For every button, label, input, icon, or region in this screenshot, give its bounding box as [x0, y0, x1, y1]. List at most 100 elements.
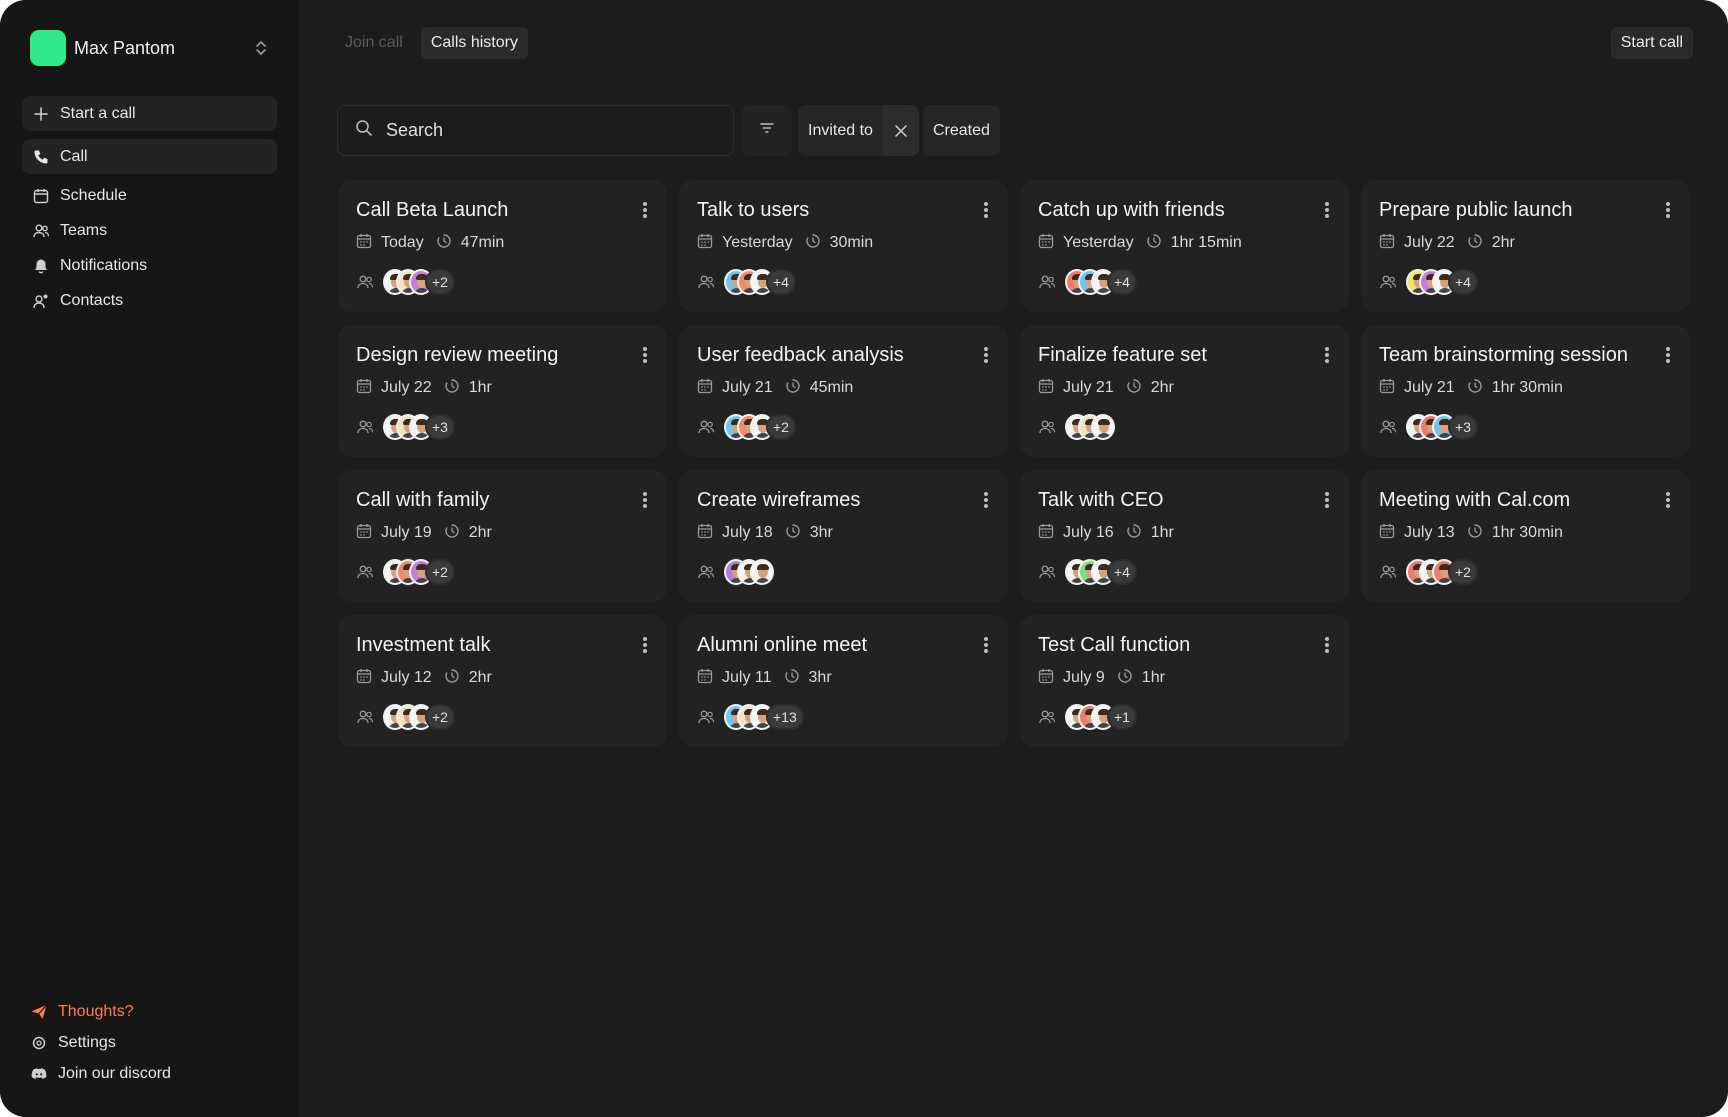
timer-icon [436, 233, 461, 254]
users-icon [32, 222, 50, 240]
call-card[interactable]: Finalize feature set July 21 2hr [1020, 325, 1349, 457]
chip-created[interactable]: Created [922, 105, 1000, 156]
call-title: Alumni online meet [697, 634, 868, 656]
avatar-stack: +2 [383, 269, 455, 295]
start-call-button[interactable]: Start call [1610, 27, 1693, 59]
tab-calls-history[interactable]: Calls history [420, 27, 528, 59]
feedback-link[interactable]: Thoughts? [22, 996, 277, 1027]
more-options-icon[interactable] [1319, 200, 1335, 220]
call-date: Yesterday [1063, 234, 1134, 251]
call-card[interactable]: Alumni online meet July 11 3hr +13 [679, 615, 1008, 747]
more-options-icon[interactable] [978, 345, 994, 365]
call-card[interactable]: User feedback analysis July 21 45min +2 [679, 325, 1008, 457]
avatar-stack: +13 [724, 704, 804, 730]
call-card[interactable]: Call with family July 19 2hr +2 [338, 470, 667, 602]
sidebar-item-label: Schedule [60, 186, 127, 204]
call-meta: July 9 1hr [1038, 668, 1331, 688]
chevron-up-down-icon [255, 40, 267, 56]
calendar-icon [356, 378, 381, 399]
call-meta: Yesterday 30min [697, 233, 990, 253]
sidebar-item-contacts[interactable]: Contacts [22, 287, 277, 314]
more-options-icon[interactable] [978, 200, 994, 220]
sidebar-item-schedule[interactable]: Schedule [22, 182, 277, 209]
settings-link[interactable]: Settings [22, 1027, 277, 1058]
sidebar-item-call[interactable]: Call [22, 139, 277, 174]
participants: +13 [697, 704, 990, 730]
account-switcher[interactable]: Max Pantom [30, 30, 277, 66]
account-avatar [30, 30, 66, 66]
close-icon[interactable] [882, 105, 919, 156]
call-date: July 21 [1404, 379, 1455, 396]
chip-label: Invited to [808, 121, 873, 139]
call-card[interactable]: Create wireframes July 18 3hr [679, 470, 1008, 602]
call-card[interactable]: Talk to users Yesterday 30min +4 [679, 180, 1008, 312]
participants: +2 [356, 559, 649, 585]
search-input[interactable] [386, 120, 686, 141]
more-options-icon[interactable] [637, 490, 653, 510]
call-date: July 18 [722, 524, 773, 541]
more-options-icon[interactable] [1660, 345, 1676, 365]
users-icon [697, 273, 715, 291]
call-duration: 1hr 15min [1170, 234, 1242, 251]
call-card[interactable]: Team brainstorming session July 21 1hr 3… [1361, 325, 1690, 457]
calendar-icon [356, 668, 381, 689]
timer-icon [444, 668, 469, 689]
users-icon [697, 708, 715, 726]
call-title: Talk to users [697, 199, 810, 221]
more-options-icon[interactable] [1319, 345, 1335, 365]
search-box[interactable] [337, 105, 734, 156]
more-options-icon[interactable] [637, 345, 653, 365]
calendar-icon [356, 523, 381, 544]
call-card[interactable]: Call Beta Launch Today 47min +2 [338, 180, 667, 312]
more-options-icon[interactable] [1319, 635, 1335, 655]
call-card[interactable]: Catch up with friends Yesterday 1hr 15mi… [1020, 180, 1349, 312]
calls-grid: Call Beta Launch Today 47min +2 Talk to … [338, 180, 1690, 747]
plus-icon [32, 105, 50, 123]
call-meta: July 11 3hr [697, 668, 990, 688]
sidebar-item-label: Teams [60, 221, 108, 239]
call-card[interactable]: Investment talk July 12 2hr +2 [338, 615, 667, 747]
discord-icon [30, 1065, 48, 1083]
tab-join-call[interactable]: Join call [335, 27, 413, 59]
calendar-icon [1379, 233, 1404, 254]
calendar-icon [32, 187, 50, 205]
call-card[interactable]: Design review meeting July 22 1hr +3 [338, 325, 667, 457]
sidebar-item-notifications[interactable]: Notifications [22, 252, 277, 279]
more-options-icon[interactable] [978, 635, 994, 655]
call-duration: 2hr [1150, 379, 1174, 396]
more-options-icon[interactable] [1319, 490, 1335, 510]
participant-count-badge: +1 [1107, 704, 1137, 730]
more-options-icon[interactable] [637, 200, 653, 220]
call-duration: 2hr [468, 669, 492, 686]
sidebar-item-teams[interactable]: Teams [22, 217, 277, 244]
call-date: July 12 [381, 669, 432, 686]
participant-count-badge: +2 [425, 269, 455, 295]
call-card[interactable]: Prepare public launch July 22 2hr +4 [1361, 180, 1690, 312]
call-date: Today [381, 234, 424, 251]
avatar-stack: +2 [724, 414, 796, 440]
more-options-icon[interactable] [978, 490, 994, 510]
call-duration: 47min [460, 234, 505, 251]
participant-count-badge: +2 [425, 559, 455, 585]
call-meta: July 13 1hr 30min [1379, 523, 1672, 543]
more-options-icon[interactable] [1660, 200, 1676, 220]
more-options-icon[interactable] [1660, 490, 1676, 510]
avatar-stack: +4 [1406, 269, 1478, 295]
calendar-icon [697, 378, 722, 399]
avatar [750, 559, 774, 585]
call-title: Prepare public launch [1379, 199, 1573, 221]
call-card[interactable]: Test Call function July 9 1hr +1 [1020, 615, 1349, 747]
more-options-icon[interactable] [637, 635, 653, 655]
call-card[interactable]: Talk with CEO July 16 1hr +4 [1020, 470, 1349, 602]
filter-button[interactable] [742, 105, 792, 156]
participants: +2 [356, 704, 649, 730]
call-duration: 30min [829, 234, 874, 251]
call-card[interactable]: Meeting with Cal.com July 13 1hr 30min +… [1361, 470, 1690, 602]
participants: +2 [1379, 559, 1672, 585]
avatar-stack: +3 [1406, 414, 1478, 440]
users-icon [697, 418, 715, 436]
sidebar-footer: Thoughts? Settings Join our discord [22, 996, 277, 1089]
sidebar-item-start-call[interactable]: Start a call [22, 96, 277, 131]
discord-link[interactable]: Join our discord [22, 1058, 277, 1089]
app-window: Max Pantom Start a call Call Schedule Te… [0, 0, 1728, 1117]
